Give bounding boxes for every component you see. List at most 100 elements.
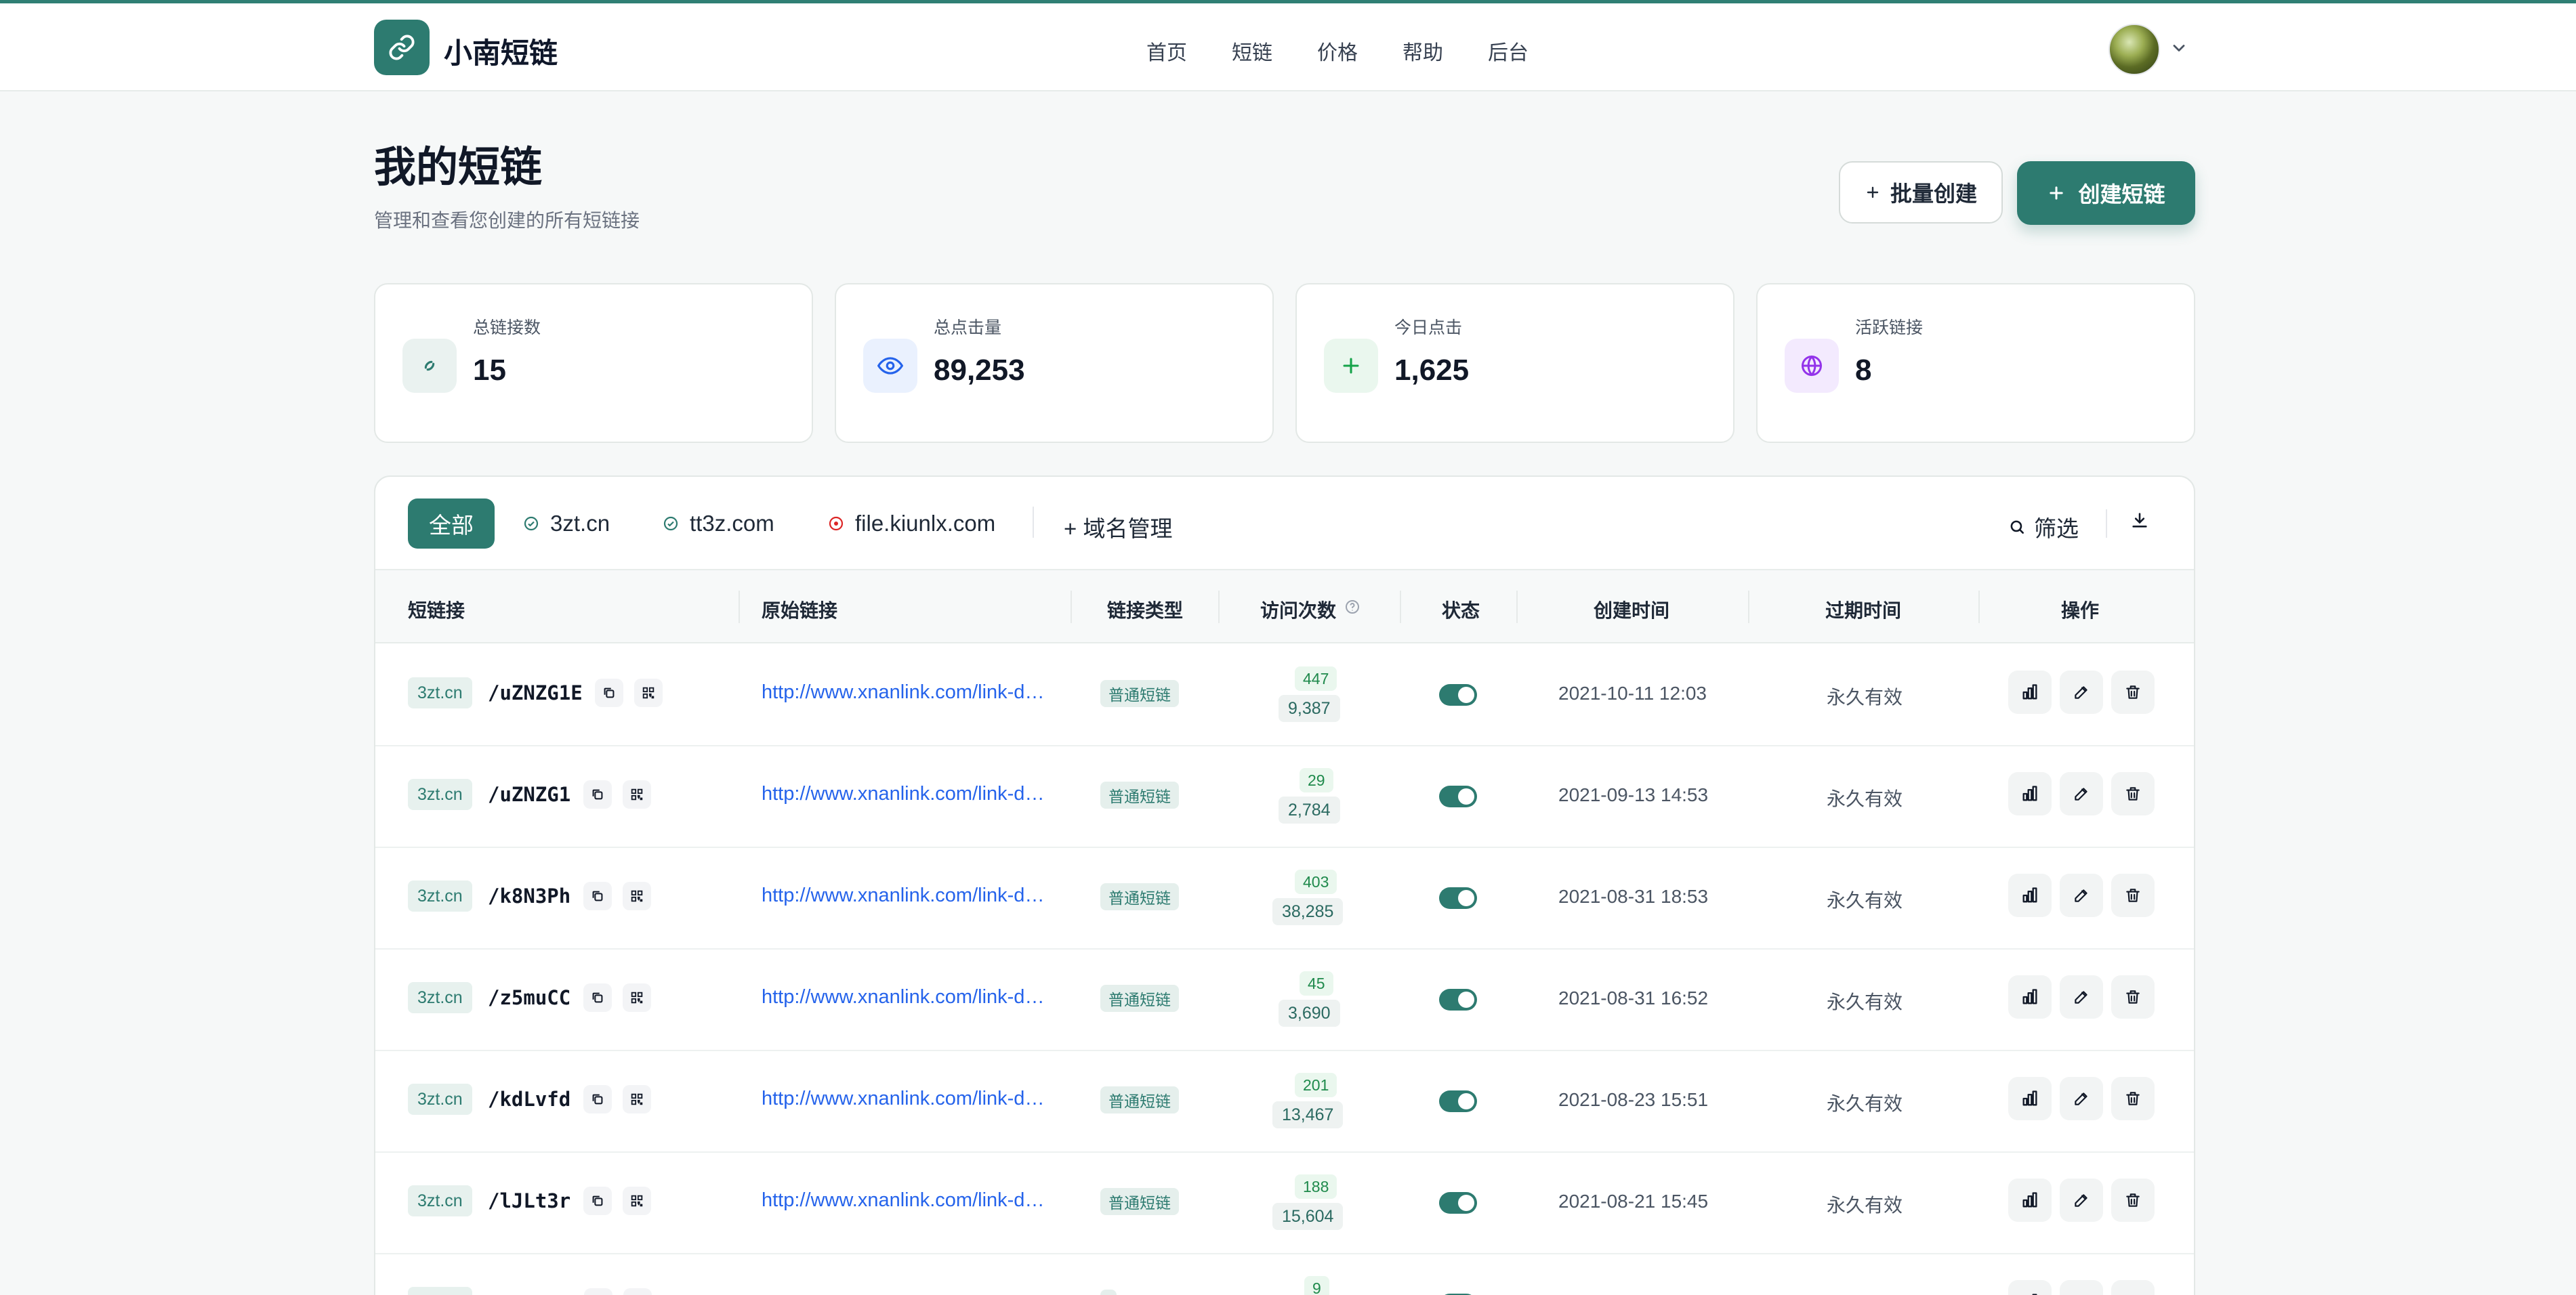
nav-pricing[interactable]: 价格 [1317, 36, 1358, 66]
links-table-card: 全部 3zt.cn tt3z.com file.kiunlx.com + 域名管… [374, 475, 2195, 1295]
copy-icon[interactable] [583, 780, 612, 809]
tab-label: file.kiunlx.com [855, 511, 996, 536]
short-code[interactable]: /uZNZG1E [488, 681, 583, 704]
qr-code-icon[interactable] [634, 679, 663, 707]
nav-home[interactable]: 首页 [1146, 36, 1187, 66]
stats-chart-icon[interactable] [2008, 1179, 2052, 1222]
stat-label: 今日点击 [1394, 318, 1463, 337]
trash-icon[interactable] [2111, 772, 2155, 815]
tab-label: 3zt.cn [550, 511, 610, 536]
expire-time: 永久有效 [1827, 992, 1903, 1013]
column-divider [1978, 591, 1980, 623]
status-toggle[interactable] [1439, 1192, 1477, 1214]
tab-domain-file-kiunlx[interactable]: file.kiunlx.com [828, 511, 995, 536]
tab-domain-3zt[interactable]: 3zt.cn [523, 511, 610, 536]
status-toggle[interactable] [1439, 887, 1477, 909]
stat-label: 总链接数 [473, 318, 541, 337]
original-link[interactable]: http://www.xnanlink.com/link-detail [762, 885, 1050, 907]
qr-code-icon[interactable] [623, 1085, 651, 1113]
trash-icon[interactable] [2111, 671, 2155, 714]
domain-badge: 3zt.cn [408, 982, 472, 1013]
user-avatar[interactable] [2108, 24, 2160, 75]
original-link[interactable]: http://www.xnanlink.com/link-detail [762, 1088, 1050, 1110]
stat-card-total-clicks: 总点击量 89,253 [835, 283, 1274, 443]
stats-chart-icon[interactable] [2008, 1280, 2052, 1295]
edit-icon[interactable] [2060, 1179, 2103, 1222]
stats-chart-icon[interactable] [2008, 671, 2052, 714]
qr-code-icon[interactable] [623, 882, 651, 910]
help-icon[interactable] [1344, 599, 1360, 618]
status-toggle[interactable] [1439, 684, 1477, 706]
filter-button[interactable]: 筛选 [2008, 511, 2079, 543]
created-time: 2021-08-23 15:51 [1558, 1089, 1709, 1110]
copy-icon[interactable] [584, 1288, 612, 1295]
th-status: 状态 [1442, 600, 1480, 621]
brand-name[interactable]: 小南短链 [444, 30, 558, 72]
original-link[interactable]: http://www.xnanlink.com/link-detail [762, 681, 1050, 704]
th-expires: 过期时间 [1825, 600, 1902, 621]
nav-links[interactable]: 短链 [1232, 36, 1272, 66]
copy-icon[interactable] [583, 1187, 612, 1215]
copy-icon[interactable] [583, 983, 612, 1012]
page-title: 我的短链 [374, 144, 543, 191]
tab-all[interactable]: 全部 [408, 498, 495, 549]
status-toggle[interactable] [1439, 786, 1477, 807]
nav-help[interactable]: 帮助 [1403, 36, 1443, 66]
qr-code-icon[interactable] [623, 983, 651, 1012]
domain-manage-button[interactable]: + 域名管理 [1064, 511, 1172, 543]
edit-icon[interactable] [2060, 1280, 2103, 1295]
copy-icon[interactable] [583, 882, 612, 910]
total-clicks: 9,387 [1279, 695, 1340, 722]
today-clicks: 201 [1295, 1073, 1337, 1097]
original-link[interactable]: http://www.xnanlink.com/link-detail [762, 986, 1050, 1009]
short-code[interactable]: /z5muCC [488, 986, 570, 1009]
expire-time: 永久有效 [1827, 1195, 1903, 1216]
total-clicks: 3,690 [1279, 1000, 1340, 1027]
tab-domain-tt3z[interactable]: tt3z.com [663, 511, 774, 536]
original-link[interactable]: http://www.xnanlink.com/link-detail [762, 783, 1050, 805]
table-row: 3zt.cn /lJLt3r http://www.xnanlink.com/l… [375, 1151, 2194, 1254]
short-code[interactable]: /lJLt3r [488, 1189, 570, 1212]
link-type-badge: 普通短链 [1100, 782, 1179, 809]
qr-code-icon[interactable] [623, 780, 651, 809]
batch-create-button[interactable]: 批量创建 [1839, 161, 2003, 224]
qr-code-icon[interactable] [623, 1187, 651, 1215]
trash-icon[interactable] [2111, 1077, 2155, 1120]
trash-icon[interactable] [2111, 1179, 2155, 1222]
qr-code-icon[interactable] [623, 1288, 652, 1295]
edit-icon[interactable] [2060, 772, 2103, 815]
create-link-label: 创建短链 [2078, 182, 2165, 207]
create-link-button[interactable]: 创建短链 [2017, 161, 2195, 225]
nav-admin[interactable]: 后台 [1488, 36, 1529, 66]
short-code[interactable]: /kdLvfd [488, 1088, 570, 1111]
status-toggle[interactable] [1439, 989, 1477, 1011]
download-icon[interactable] [2130, 511, 2149, 533]
trash-icon[interactable] [2111, 874, 2155, 917]
stat-label: 总点击量 [934, 318, 1002, 337]
edit-icon[interactable] [2060, 1077, 2103, 1120]
trash-icon[interactable] [2111, 1280, 2155, 1295]
logo-link-icon[interactable] [374, 20, 430, 75]
short-code[interactable]: /k8N3Ph [488, 885, 570, 908]
expire-time: 永久有效 [1827, 1093, 1903, 1114]
stats-chart-icon[interactable] [2008, 874, 2052, 917]
table-header: 短链接 原始链接 链接类型 访问次数 状态 创建时间 过期时间 操作 [375, 569, 2194, 643]
stats-chart-icon[interactable] [2008, 772, 2052, 815]
copy-icon[interactable] [595, 679, 623, 707]
today-clicks: 45 [1300, 971, 1333, 996]
stat-card-total-links: 总链接数 15 [374, 283, 813, 443]
th-visits: 访问次数 [1260, 600, 1337, 621]
short-code[interactable]: /uZNZG1 [488, 783, 570, 806]
trash-icon[interactable] [2111, 975, 2155, 1019]
error-circle-icon [829, 516, 844, 531]
edit-icon[interactable] [2060, 671, 2103, 714]
original-link[interactable]: http://www.xnanlink.com/link-detail [762, 1189, 1050, 1212]
edit-icon[interactable] [2060, 975, 2103, 1019]
chevron-down-icon[interactable] [2169, 39, 2188, 61]
copy-icon[interactable] [583, 1085, 612, 1113]
edit-icon[interactable] [2060, 874, 2103, 917]
stats-chart-icon[interactable] [2008, 975, 2052, 1019]
stats-chart-icon[interactable] [2008, 1077, 2052, 1120]
status-toggle[interactable] [1439, 1090, 1477, 1112]
th-created: 创建时间 [1594, 600, 1670, 621]
